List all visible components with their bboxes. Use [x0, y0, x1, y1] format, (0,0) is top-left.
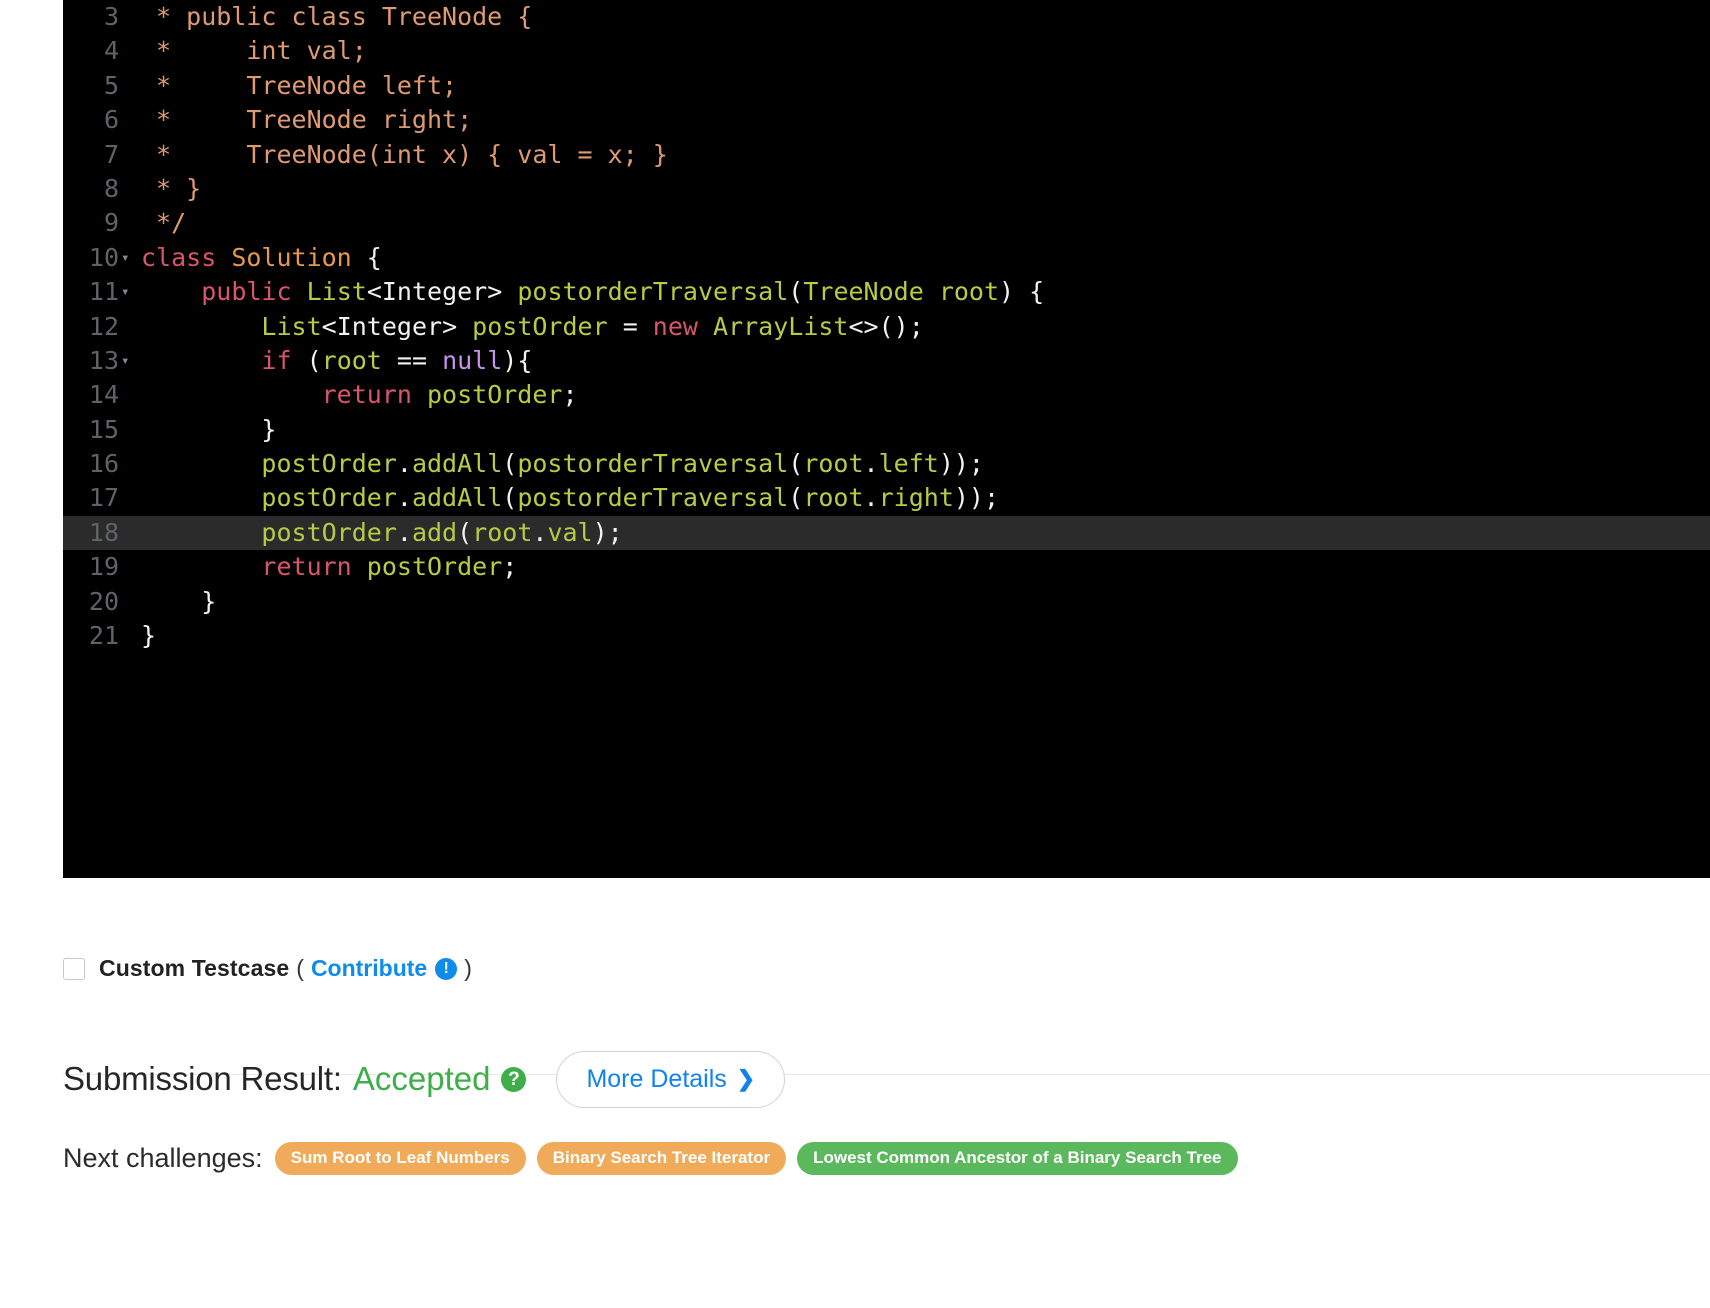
page-root: 3 * public class TreeNode {4 * int val; 5…	[0, 0, 1710, 1308]
line-number: 6	[103, 105, 119, 135]
line-number: 20	[88, 586, 119, 616]
line-number: 10	[88, 242, 119, 272]
help-icon[interactable]: ?	[501, 1066, 527, 1092]
code-line-21[interactable]: 21}	[63, 619, 1710, 653]
code-text: * TreeNode(int x) { val = x; }	[141, 139, 668, 169]
code-text: return postOrder;	[321, 380, 578, 410]
line-number: 3	[103, 2, 119, 31]
code-line-15[interactable]: 15 }	[63, 413, 1710, 447]
code-text: * public class TreeNode {	[141, 2, 533, 31]
next-challenge-chip[interactable]: Binary Search Tree Iterator	[536, 1141, 787, 1175]
submission-result-row: Submission Result: Accepted ? More Detai…	[63, 1048, 786, 1110]
line-number: 16	[88, 449, 119, 479]
code-text: * TreeNode right;	[141, 105, 473, 135]
line-number: 7	[103, 139, 119, 169]
fold-arrow-icon[interactable]: ▾	[121, 241, 137, 275]
line-number: 19	[88, 552, 119, 582]
code-line-11[interactable]: 11 ▾ public List<Integer> postorderTraver…	[63, 275, 1710, 309]
code-line-8[interactable]: 8 * }	[63, 172, 1710, 206]
code-line-9[interactable]: 9 */	[63, 206, 1710, 240]
open-paren: (	[296, 955, 304, 981]
code-line-6[interactable]: 6 * TreeNode right;	[63, 103, 1710, 137]
chevron-right-icon: ❯	[736, 1066, 756, 1091]
code-line-18[interactable]: 18 postOrder.add(root.val);	[63, 515, 1710, 551]
code-text: postOrder.add(root.val);	[261, 517, 623, 547]
code-line-17[interactable]: 17 postOrder.addAll(postorderTraversal(r…	[63, 481, 1710, 515]
fold-arrow-icon[interactable]: ▾	[121, 344, 137, 378]
next-challenge-chip[interactable]: Sum Root to Leaf Numbers	[274, 1141, 526, 1175]
line-number: 11	[88, 277, 119, 307]
contribute-link[interactable]: Contribute	[311, 955, 427, 982]
line-number: 12	[88, 311, 119, 341]
code-text: List<Integer> postOrder = new ArrayList<…	[261, 311, 924, 341]
line-number: 4	[103, 36, 119, 66]
line-number: 21	[88, 621, 119, 651]
line-number: 14	[88, 380, 119, 410]
code-text: */	[141, 208, 187, 238]
more-details-label: More Details	[586, 1064, 727, 1093]
line-number: 8	[103, 173, 119, 203]
code-editor[interactable]: 3 * public class TreeNode {4 * int val; 5…	[63, 0, 1710, 878]
info-icon[interactable]: !	[435, 957, 458, 980]
code-text: postOrder.addAll(postorderTraversal(root…	[261, 483, 1000, 513]
code-line-14[interactable]: 14 return postOrder;	[63, 378, 1710, 412]
custom-testcase-checkbox[interactable]	[63, 957, 85, 980]
next-challenges-chip-list: Sum Root to Leaf Numbers Binary Search Tr…	[274, 1141, 1249, 1175]
line-number: 9	[103, 208, 119, 238]
code-line-3[interactable]: 3 * public class TreeNode {	[63, 0, 1710, 34]
fold-arrow-icon[interactable]: ▾	[121, 275, 137, 309]
code-text: * int val;	[141, 36, 367, 66]
code-line-5[interactable]: 5 * TreeNode left;	[63, 69, 1710, 103]
code-line-13[interactable]: 13 ▾ if (root == null){	[63, 344, 1710, 378]
line-number: 13	[88, 345, 119, 375]
code-text: if (root == null){	[261, 345, 533, 375]
code-line-10[interactable]: 10 ▾ class Solution {	[63, 241, 1710, 275]
code-line-12[interactable]: 12 List<Integer> postOrder = new ArrayLi…	[63, 310, 1710, 344]
code-line-4[interactable]: 4 * int val;	[63, 34, 1710, 68]
code-text: postOrder.addAll(postorderTraversal(root…	[261, 449, 984, 479]
code-text: * }	[141, 173, 202, 203]
next-challenge-chip[interactable]: Lowest Common Ancestor of a Binary Searc…	[797, 1141, 1238, 1175]
line-number: 17	[88, 483, 119, 513]
code-text: * TreeNode left;	[141, 70, 458, 100]
more-details-button[interactable]: More Details ❯	[556, 1050, 786, 1108]
next-challenges-row: Next challenges: Sum Root to Leaf Number…	[63, 1138, 1249, 1178]
custom-testcase-row: Custom Testcase ( Contribute ! )	[63, 955, 479, 982]
submission-status-badge: Accepted	[352, 1060, 491, 1097]
line-number: 5	[103, 70, 119, 100]
code-text: return postOrder;	[261, 552, 518, 582]
code-line-16[interactable]: 16 postOrder.addAll(postorderTraversal(r…	[63, 447, 1710, 481]
line-number: 15	[88, 414, 119, 444]
line-number: 18	[88, 517, 119, 547]
code-line-7[interactable]: 7 * TreeNode(int x) { val = x; }	[63, 138, 1710, 172]
code-line-19[interactable]: 19 return postOrder;	[63, 550, 1710, 584]
code-line-20[interactable]: 20 }	[63, 585, 1710, 619]
submission-result-label: Submission Result:	[63, 1060, 342, 1097]
code-text: }	[141, 586, 217, 616]
code-text: }	[141, 414, 277, 444]
close-paren: )	[464, 955, 472, 981]
code-text: class Solution {	[141, 242, 382, 272]
code-text: public List<Integer> postorderTraversal(…	[201, 277, 1045, 307]
custom-testcase-label: Custom Testcase	[99, 955, 290, 981]
next-challenges-label: Next challenges:	[63, 1142, 263, 1173]
code-text: }	[141, 621, 157, 651]
